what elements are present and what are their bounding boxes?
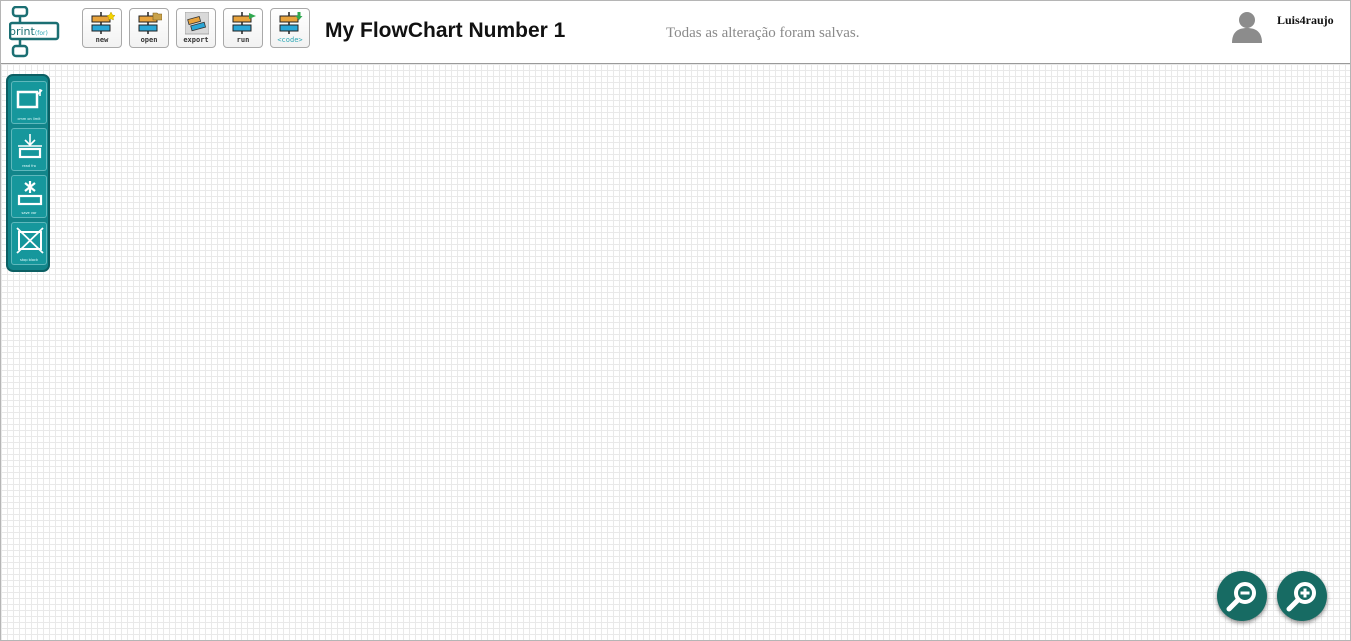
input-block-label: read fro: [22, 164, 36, 168]
block-palette: cmm on limit read fro save var stop bloc…: [6, 74, 50, 272]
top-bar: print(for) new open export run <code> My…: [1, 1, 1350, 64]
logo-suffix: (for): [34, 30, 48, 37]
new-label: new: [95, 36, 109, 44]
zoom-out-icon: [1226, 582, 1256, 612]
stop-block-tool[interactable]: stop block: [11, 222, 47, 265]
output-block-icon: [16, 89, 43, 109]
code-label: <code>: [277, 36, 303, 44]
flowchart-app: print(for) new open export run <code> My…: [0, 0, 1351, 641]
new-flowchart-icon: [91, 12, 115, 34]
new-button[interactable]: new: [82, 8, 122, 48]
username[interactable]: Luis4raujo: [1277, 13, 1334, 28]
code-button[interactable]: <code>: [270, 8, 310, 48]
user-avatar-icon[interactable]: [1229, 9, 1265, 45]
run-label: run: [236, 36, 250, 44]
stop-block-label: stop block: [20, 258, 38, 262]
save-status: Todas as alteração foram salvas.: [666, 25, 860, 41]
assign-block-icon: [17, 181, 43, 206]
input-block-icon: [18, 134, 42, 159]
input-block-tool[interactable]: read fro: [11, 128, 47, 171]
stop-block-icon: [16, 227, 44, 254]
flowchart-canvas[interactable]: [1, 64, 1350, 640]
zoom-in-icon: [1286, 582, 1316, 612]
flowchart-title[interactable]: My FlowChart Number 1: [325, 19, 565, 43]
logo-text: print(for): [9, 25, 48, 38]
output-block-label: cmm on limit: [17, 117, 41, 121]
code-download-icon: [279, 12, 303, 34]
open-button[interactable]: open: [129, 8, 169, 48]
export-icon: [185, 12, 209, 35]
open-folder-icon: [138, 12, 162, 34]
assign-block-tool[interactable]: save var: [11, 175, 47, 218]
logo-word: print: [9, 25, 35, 38]
run-button[interactable]: run: [223, 8, 263, 48]
zoom-in-button[interactable]: [1277, 571, 1327, 621]
open-label: open: [140, 36, 158, 44]
assign-block-label: save var: [21, 211, 37, 215]
export-label: export: [183, 36, 209, 44]
export-button[interactable]: export: [176, 8, 216, 48]
run-arrow-icon: [232, 12, 256, 34]
zoom-out-button[interactable]: [1217, 571, 1267, 621]
output-block-tool[interactable]: cmm on limit: [11, 81, 47, 124]
